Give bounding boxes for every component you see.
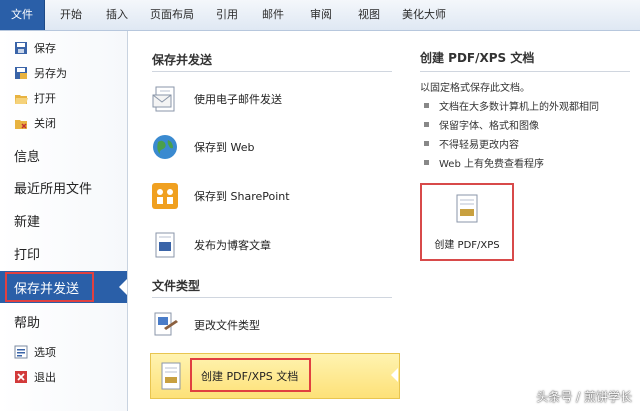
- nav-save-as[interactable]: 另存为: [0, 62, 127, 84]
- pdf-details-panel: 创建 PDF/XPS 文档 以固定格式保存此文档。 文档在大多数计算机上的外观都…: [398, 31, 640, 411]
- nav-exit[interactable]: 退出: [0, 366, 127, 388]
- details-description: 以固定格式保存此文档。: [420, 83, 530, 94]
- change-file-type-option[interactable]: 更改文件类型: [150, 305, 400, 345]
- options-icon: [14, 345, 28, 359]
- exit-icon: [14, 370, 28, 384]
- section-divider: [152, 297, 392, 298]
- globe-icon: [150, 132, 180, 162]
- save-as-icon: [14, 66, 28, 80]
- pdf-doc-icon: [454, 194, 480, 228]
- send-email-option[interactable]: 使用电子邮件发送: [150, 79, 400, 119]
- backstage-nav: 保存 另存为 打开 关闭 信息 最近所用文件 新建 打印 保存并发送 帮助 选项: [0, 31, 128, 411]
- nav-close[interactable]: 关闭: [0, 112, 127, 134]
- details-bullet: 保留字体、格式和图像: [424, 117, 539, 132]
- blog-icon: [150, 230, 180, 260]
- nav-open[interactable]: 打开: [0, 87, 127, 109]
- section-divider: [152, 71, 392, 72]
- tab-insert[interactable]: 插入: [96, 0, 138, 30]
- nav-options[interactable]: 选项: [0, 341, 127, 363]
- tab-references[interactable]: 引用: [206, 0, 248, 30]
- details-title: 创建 PDF/XPS 文档: [420, 51, 535, 65]
- tab-review[interactable]: 审阅: [298, 0, 344, 30]
- nav-info[interactable]: 信息: [0, 141, 127, 169]
- email-icon: [150, 84, 180, 114]
- details-bullet: 不得轻易更改内容: [424, 136, 519, 151]
- tab-beautify[interactable]: 美化大师: [394, 0, 454, 30]
- selected-pointer: [391, 368, 398, 382]
- bullet-icon: [424, 160, 429, 165]
- save-to-sharepoint-option[interactable]: 保存到 SharePoint: [150, 176, 400, 216]
- nav-help[interactable]: 帮助: [0, 307, 127, 335]
- selected-pointer: [119, 279, 127, 295]
- publish-blog-option[interactable]: 发布为博客文章: [150, 225, 400, 265]
- nav-save[interactable]: 保存: [0, 37, 127, 59]
- details-divider: [420, 71, 630, 72]
- selection-annotation: [5, 272, 94, 302]
- details-bullet: Web 上有免费查看程序: [424, 155, 544, 170]
- change-type-icon: [150, 310, 180, 340]
- pdf-option-annotation: [190, 358, 311, 392]
- pdf-doc-icon: [157, 361, 187, 391]
- tab-home[interactable]: 开始: [50, 0, 92, 30]
- send-options-panel: 保存并发送 使用电子邮件发送 保存到 Web 保存到 SharePoint 发布…: [128, 31, 400, 411]
- bullet-icon: [424, 141, 429, 146]
- tab-file[interactable]: 文件: [0, 0, 45, 30]
- tab-mailings[interactable]: 邮件: [252, 0, 294, 30]
- bullet-icon: [424, 122, 429, 127]
- open-folder-icon: [14, 91, 28, 105]
- section-title-save-send: 保存并发送: [152, 53, 213, 67]
- nav-recent[interactable]: 最近所用文件: [0, 173, 127, 201]
- bullet-icon: [424, 103, 429, 108]
- nav-print[interactable]: 打印: [0, 239, 127, 267]
- nav-new[interactable]: 新建: [0, 206, 127, 234]
- tab-view[interactable]: 视图: [348, 0, 390, 30]
- close-folder-icon: [14, 116, 28, 130]
- save-icon: [14, 41, 28, 55]
- save-to-web-option[interactable]: 保存到 Web: [150, 127, 400, 167]
- watermark: 头条号 / 煎饼学长: [536, 390, 632, 404]
- sharepoint-icon: [150, 181, 180, 211]
- ribbon-tabs: 文件 开始 插入 页面布局 引用 邮件 审阅 视图 美化大师: [0, 0, 640, 31]
- create-pdf-xps-button[interactable]: 创建 PDF/XPS: [420, 183, 514, 261]
- create-pdf-xps-label: 创建 PDF/XPS: [434, 239, 500, 251]
- tab-page-layout[interactable]: 页面布局: [142, 0, 202, 30]
- section-title-file-types: 文件类型: [152, 279, 201, 293]
- details-bullet: 文档在大多数计算机上的外观都相同: [424, 98, 599, 113]
